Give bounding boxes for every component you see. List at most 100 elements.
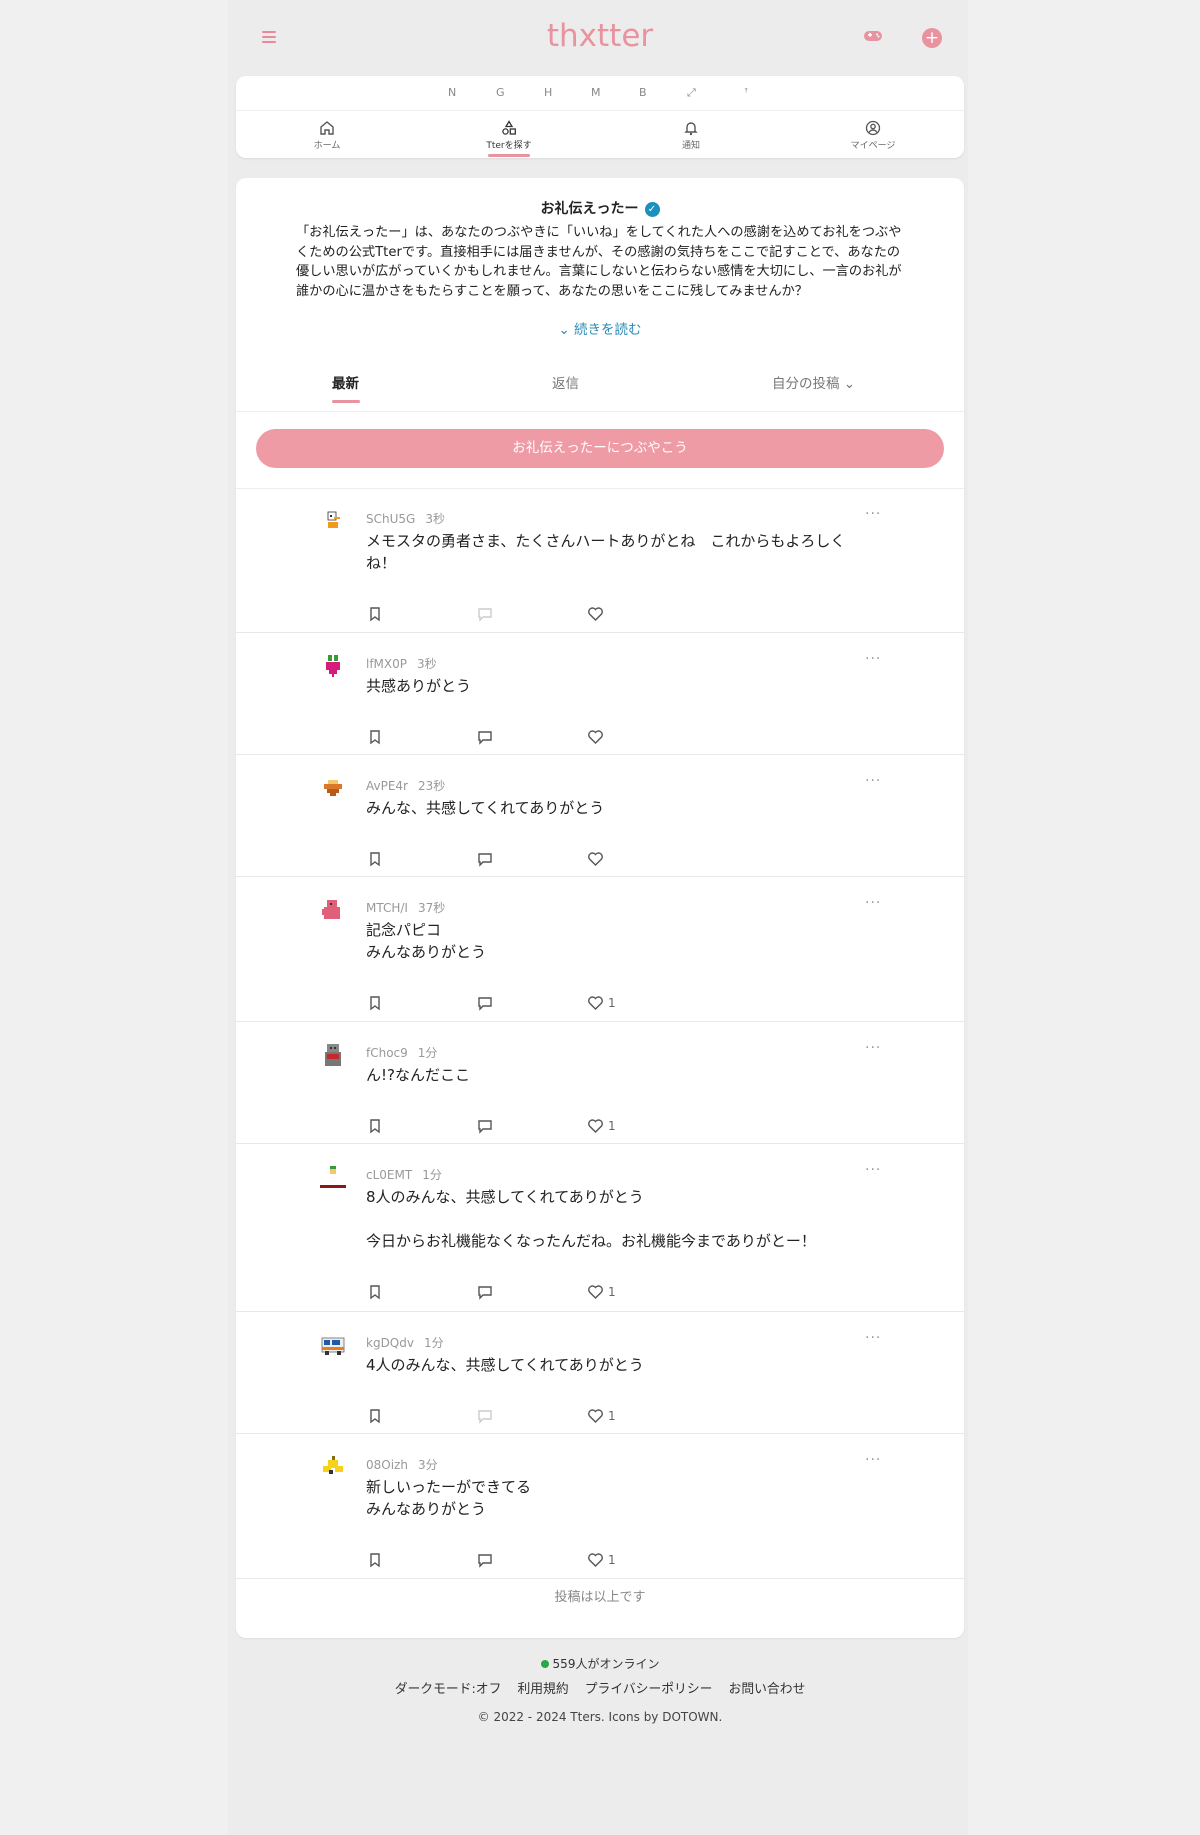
post-username[interactable]: MTCH/I (366, 901, 408, 915)
bookmark-icon[interactable] (368, 851, 382, 869)
tab-mypage[interactable]: マイページ (823, 112, 923, 158)
more-options-icon[interactable]: ··· (865, 1330, 881, 1346)
active-tab-indicator (488, 154, 530, 157)
add-post-button[interactable]: + (922, 28, 942, 48)
header: thxtter + (236, 0, 964, 76)
post-username[interactable]: SChU5G (366, 512, 415, 526)
tab-replies[interactable]: 返信 (552, 372, 579, 392)
letter-nav-n[interactable]: N (448, 86, 456, 99)
terms-link[interactable]: 利用規約 (517, 1682, 568, 1697)
post-text: ん!?なんだここ (366, 1066, 470, 1084)
post-username[interactable]: kgDQdv (366, 1336, 414, 1350)
tab-explore-label: Tterを探す (486, 141, 532, 151)
post-username[interactable]: fChoc9 (366, 1046, 408, 1060)
post-item[interactable]: lfMX0P 3秒 共感ありがとう ··· (236, 633, 964, 755)
bookmark-icon[interactable] (368, 1118, 382, 1136)
post-username[interactable]: AvPE4r (366, 779, 408, 793)
post-item[interactable]: SChU5G 3秒 メモスタの勇者さま、たくさんハートありがとね これからもよろしく… (236, 488, 964, 633)
like-button[interactable] (587, 729, 608, 747)
comment-icon[interactable] (477, 995, 493, 1013)
post-actions: 1 (366, 995, 666, 1015)
tab-notifications-label: 通知 (681, 141, 700, 151)
tab-my-posts[interactable]: 自分の投稿 ⌄ (772, 372, 855, 392)
bookmark-icon[interactable] (368, 1552, 382, 1570)
post-time: 37秒 (417, 901, 446, 915)
comment-icon[interactable] (477, 1118, 493, 1136)
copyright: © 2022 - 2024 Tters. Icons by DOTOWN. (477, 1710, 723, 1724)
post-text: 新しいったーができてる みんなありがとう (366, 1478, 532, 1518)
more-options-icon[interactable]: ··· (865, 506, 881, 522)
channel-title: お礼伝えったー (540, 201, 639, 217)
contact-link[interactable]: お問い合わせ (729, 1682, 806, 1697)
post-meta: lfMX0P 3秒 (366, 655, 437, 672)
more-options-icon[interactable]: ··· (865, 1452, 881, 1468)
compose-button[interactable]: お礼伝えったーにつぶやこう (256, 429, 944, 468)
like-button[interactable] (587, 851, 608, 869)
comment-icon[interactable] (477, 1408, 493, 1426)
like-button[interactable]: 1 (587, 1552, 616, 1570)
more-options-icon[interactable]: ··· (865, 651, 881, 667)
bookmark-icon[interactable] (368, 1284, 382, 1302)
like-button[interactable]: 1 (587, 1284, 616, 1302)
privacy-link[interactable]: プライバシーポリシー (585, 1682, 713, 1697)
post-item[interactable]: fChoc9 1分 ん!?なんだここ ··· 1 (236, 1022, 964, 1144)
post-username[interactable]: 08Oizh (366, 1458, 408, 1472)
heart-icon (587, 1285, 604, 1299)
post-time: 3分 (417, 1458, 438, 1472)
bookmark-icon[interactable] (368, 995, 382, 1013)
comment-icon[interactable] (477, 606, 493, 624)
read-more-link[interactable]: ⌄ 続きを読む (236, 318, 964, 338)
snowman-avatar[interactable] (320, 508, 346, 534)
tab-explore[interactable]: Tterを探す (459, 112, 559, 158)
tab-notifications[interactable]: 通知 (641, 112, 741, 158)
letter-nav-g[interactable]: G (496, 86, 505, 99)
pudding-avatar[interactable] (320, 775, 346, 801)
comment-icon[interactable] (477, 1552, 493, 1570)
comment-icon[interactable] (477, 729, 493, 747)
like-button[interactable] (587, 606, 608, 624)
tab-home[interactable]: ホーム (277, 112, 377, 158)
bus-avatar[interactable] (320, 1332, 346, 1358)
more-options-icon[interactable]: ··· (865, 773, 881, 789)
tab-latest[interactable]: 最新 (332, 372, 359, 392)
bell-icon (684, 122, 698, 136)
logo[interactable]: thxtter (236, 18, 964, 54)
comment-icon[interactable] (477, 851, 493, 869)
post-item[interactable]: AvPE4r 23秒 みんな、共感してくれてありがとう ··· (236, 755, 964, 877)
post-item[interactable]: MTCH/I 37秒記念パピコ みんなありがとう ··· 1 (236, 877, 964, 1022)
pin-icon[interactable]: ꜛ (744, 86, 748, 99)
post-item[interactable]: kgDQdv 1分 4人のみんな、共感してくれてありがとう ··· 1 (236, 1312, 964, 1434)
dark-mode-toggle[interactable]: ダークモード:オフ (395, 1682, 502, 1697)
channel-title-row: お礼伝えったー ✓ (236, 198, 964, 218)
feed-tabs: 最新 返信 自分の投稿 ⌄ (236, 356, 964, 412)
post-text: 記念パピコ みんなありがとう (366, 921, 487, 961)
letter-nav-b[interactable]: B (639, 86, 647, 99)
comment-icon[interactable] (477, 1284, 493, 1302)
banana-avatar[interactable] (320, 1454, 346, 1480)
letter-nav-m[interactable]: M (591, 86, 601, 99)
bookmark-icon[interactable] (368, 606, 382, 624)
pink-creature-avatar[interactable] (320, 897, 346, 923)
jizo-avatar[interactable] (320, 1042, 346, 1068)
radish-avatar[interactable] (320, 653, 346, 679)
like-button[interactable]: 1 (587, 1408, 616, 1426)
post-text: 4人のみんな、共感してくれてありがとう (366, 1356, 644, 1374)
letter-nav-h[interactable]: H (544, 86, 552, 99)
post-username[interactable]: cL0EMT (366, 1168, 412, 1182)
gamepad-icon[interactable] (863, 28, 885, 48)
expand-icon[interactable]: ⤢ (687, 86, 696, 100)
bookmark-icon[interactable] (368, 1408, 382, 1426)
like-button[interactable]: 1 (587, 995, 616, 1013)
post-meta: SChU5G 3秒 (366, 510, 445, 527)
more-options-icon[interactable]: ··· (865, 895, 881, 911)
shelf-avatar[interactable] (320, 1164, 346, 1190)
heart-icon (587, 996, 604, 1010)
more-options-icon[interactable]: ··· (865, 1040, 881, 1056)
post-item[interactable]: 08Oizh 3分新しいったーができてる みんなありがとう ··· 1 (236, 1434, 964, 1579)
post-username[interactable]: lfMX0P (366, 657, 407, 671)
post-item[interactable]: cL0EMT 1分 8人のみんな、共感してくれてありがとう 今日からお礼機能なくなっ… (236, 1144, 964, 1312)
like-button[interactable]: 1 (587, 1118, 616, 1136)
more-options-icon[interactable]: ··· (865, 1162, 881, 1178)
bookmark-icon[interactable] (368, 729, 382, 747)
end-of-posts-message: 投稿は以上です (554, 1590, 646, 1605)
